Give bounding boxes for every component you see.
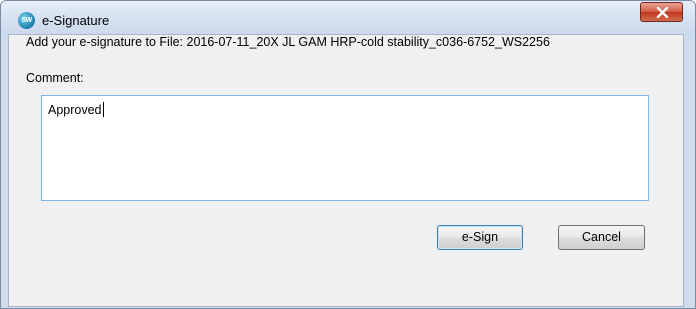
signature-prompt: Add your e-signature to File: 2016-07-11…: [26, 35, 550, 49]
comment-text-row: Approved: [48, 102, 104, 118]
text-caret: [102, 102, 104, 117]
e-sign-button[interactable]: e-Sign: [437, 225, 523, 250]
comment-label: Comment:: [26, 71, 84, 85]
close-button[interactable]: [640, 2, 683, 22]
close-icon: [656, 7, 669, 18]
comment-value: Approved: [48, 103, 102, 117]
window-title: e-Signature: [42, 13, 110, 28]
comment-textarea[interactable]: Approved: [41, 95, 649, 201]
title-bar[interactable]: SW e-Signature: [1, 1, 695, 35]
cancel-button[interactable]: Cancel: [558, 225, 645, 250]
app-logo-icon: SW: [18, 12, 35, 29]
